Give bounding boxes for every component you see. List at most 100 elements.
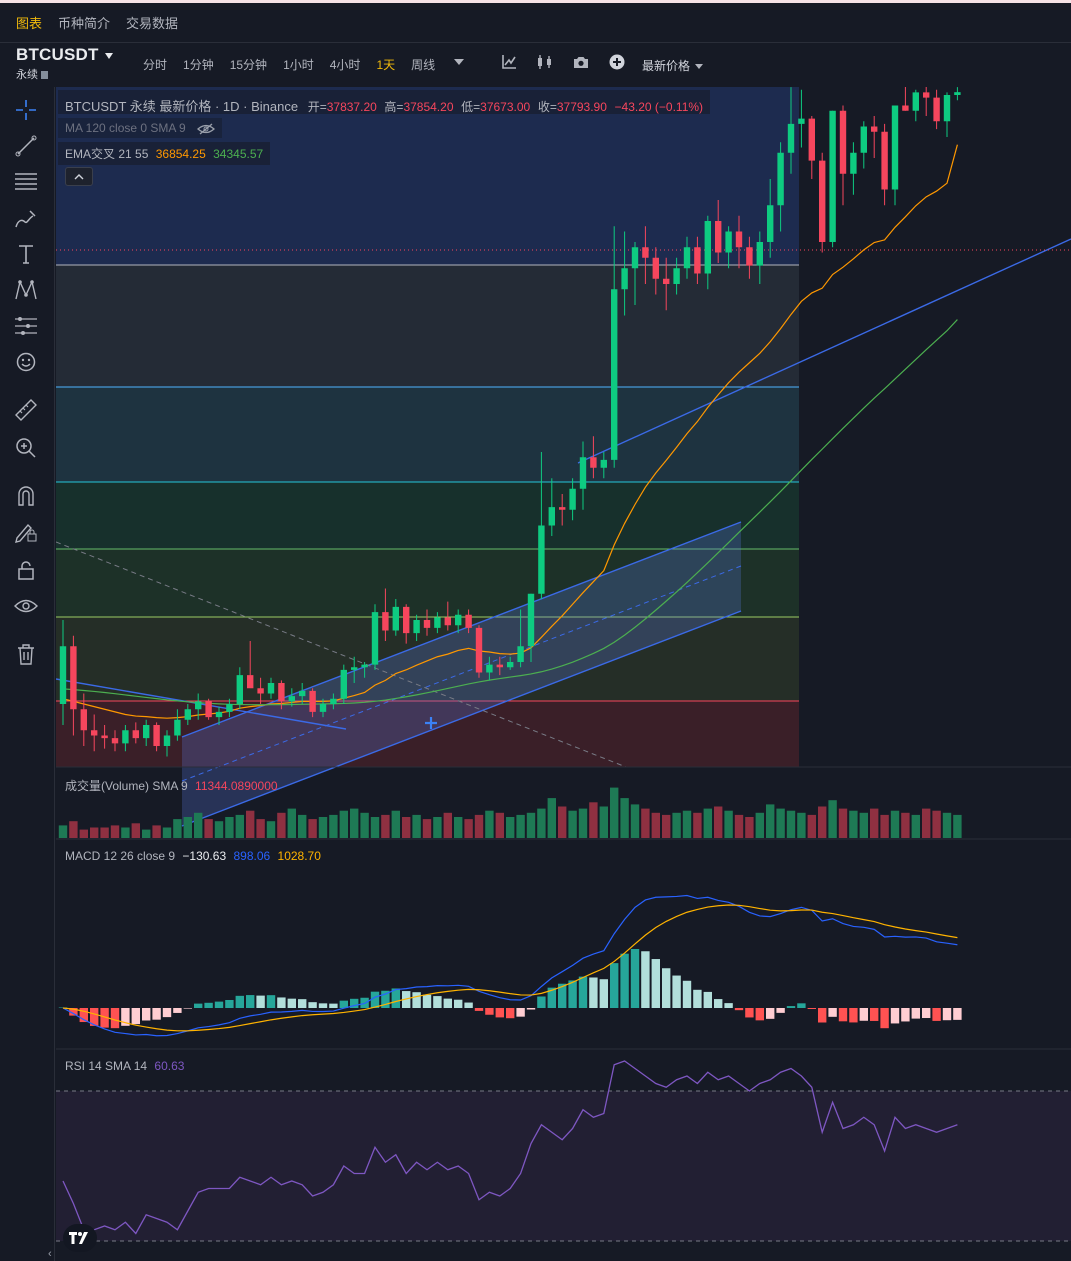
ruler-icon[interactable] (13, 397, 39, 423)
ma-legend[interactable]: MA 120 close 0 SMA 9 (58, 118, 223, 138)
volume-bar (412, 814, 421, 838)
candle-body (434, 617, 441, 628)
trash-icon[interactable] (13, 641, 39, 667)
candle-body (423, 620, 431, 628)
legend-open: 37837.20 (326, 100, 377, 114)
interval-1h[interactable]: 1小时 (283, 56, 314, 73)
emoji-icon[interactable] (13, 349, 39, 375)
macd-hist-bar (734, 1008, 744, 1011)
scroll-left-chevron-icon[interactable]: ‹ (48, 1248, 52, 1260)
legend-collapse-button[interactable] (65, 167, 93, 186)
lock-icon[interactable] (13, 557, 39, 583)
interval-1d[interactable]: 1天 (376, 56, 395, 73)
ema-slow-value: 34345.57 (213, 147, 264, 161)
crosshair-icon[interactable] (13, 97, 39, 123)
volume-bar (786, 810, 796, 838)
ema-fast-value: 36854.25 (155, 147, 206, 161)
magnet-icon[interactable] (13, 483, 39, 509)
volume-bar (911, 814, 920, 838)
candle-body (143, 725, 150, 739)
macd-hist-bar (797, 1003, 806, 1008)
volume-bar (745, 817, 754, 838)
candle-body (392, 606, 399, 631)
tab-trading-data[interactable]: 交易数据 (126, 13, 178, 32)
volume-bar (318, 817, 328, 838)
ema-legend[interactable]: EMA交叉 21 55 36854.25 34345.57 (58, 142, 271, 165)
text-tool-icon[interactable] (13, 241, 39, 267)
macd-hist-bar (474, 1008, 484, 1011)
forecast-tool-icon[interactable] (13, 313, 39, 339)
candle-body (403, 606, 410, 634)
volume-bar (370, 817, 380, 838)
volume-bar (277, 812, 286, 838)
candle-body (153, 725, 160, 746)
macd-hist-bar (173, 1008, 182, 1013)
legend-high-label: 高= (384, 100, 404, 114)
volume-bar (838, 808, 848, 838)
tradingview-logo[interactable] (63, 1224, 97, 1252)
volume-value: 11344.0890000 (195, 779, 278, 793)
interval-4h[interactable]: 4小时 (330, 56, 361, 73)
macd-hist-bar (152, 1008, 161, 1020)
pattern-tool-icon[interactable] (13, 277, 39, 303)
interval-15m[interactable]: 15分钟 (230, 56, 267, 73)
chart-canvas[interactable] (55, 84, 1071, 1261)
volume-bar (329, 814, 338, 838)
volume-bar (755, 812, 764, 838)
candle-body (496, 664, 503, 668)
macd-histogram (58, 948, 962, 1029)
volume-bar (256, 819, 265, 838)
price-source-label: 最新价格 (642, 59, 691, 73)
candle-body (559, 507, 566, 510)
volume-bar (287, 808, 296, 838)
candle-body (819, 160, 826, 242)
indicators-icon[interactable] (500, 53, 518, 71)
macd-hist-bar (412, 992, 421, 1008)
tab-coin-info[interactable]: 币种简介 (58, 13, 110, 32)
interval-tick[interactable]: 分时 (143, 56, 167, 73)
top-tabs: 图表 币种简介 交易数据 (0, 3, 1071, 43)
macd-hist-bar (755, 1008, 764, 1021)
add-icon[interactable] (608, 53, 626, 71)
volume-bar (901, 812, 910, 838)
volume-bar (807, 814, 816, 838)
horizontal-lines-icon[interactable] (13, 169, 39, 195)
eye-hidden-icon[interactable] (197, 123, 216, 135)
zoom-in-icon[interactable] (13, 435, 39, 461)
macd-hist-bar (225, 1000, 234, 1008)
interval-1m[interactable]: 1分钟 (183, 56, 214, 73)
macd-hist-bar (318, 1003, 328, 1008)
tab-chart[interactable]: 图表 (16, 13, 42, 32)
volume-bar (90, 827, 99, 838)
lock-drawing-icon[interactable] (13, 519, 39, 545)
camera-icon[interactable] (572, 53, 590, 71)
volume-bar (142, 829, 151, 838)
macd-hist-bar (568, 980, 577, 1008)
volume-bar (776, 808, 785, 838)
price-source-select[interactable]: 最新价格 (642, 57, 704, 74)
candle-body (288, 696, 295, 702)
eye-icon[interactable] (13, 593, 39, 619)
trend-line-icon[interactable] (13, 133, 39, 159)
more-intervals-chevron-icon[interactable] (450, 53, 468, 71)
volume-bar (714, 806, 723, 838)
volume-bar (381, 814, 390, 838)
macd-hist-bar (526, 1008, 536, 1010)
candle-body (912, 92, 919, 111)
macd-hist-bar (620, 953, 629, 1008)
macd-legend-label: MACD 12 26 close 9 (65, 849, 176, 863)
brush-icon[interactable] (13, 205, 39, 231)
candle-body (236, 675, 243, 704)
symbol-name: BTCUSDT (16, 45, 99, 64)
chart-type-candles-icon[interactable] (536, 53, 554, 71)
interval-1w[interactable]: 周线 (411, 56, 435, 73)
volume-bar (121, 827, 130, 838)
macd-hist-bar (235, 995, 244, 1008)
volume-bar (495, 812, 504, 838)
symbol-selector[interactable]: BTCUSDT 永续 (16, 45, 113, 82)
signal-value: 1028.70 (277, 849, 321, 863)
candle-body (590, 457, 597, 468)
chart-area[interactable] (55, 84, 1071, 1261)
chevron-up-icon (74, 173, 84, 179)
macd-legend: MACD 12 26 close 9 −130.63 898.06 1028.7… (65, 849, 321, 863)
